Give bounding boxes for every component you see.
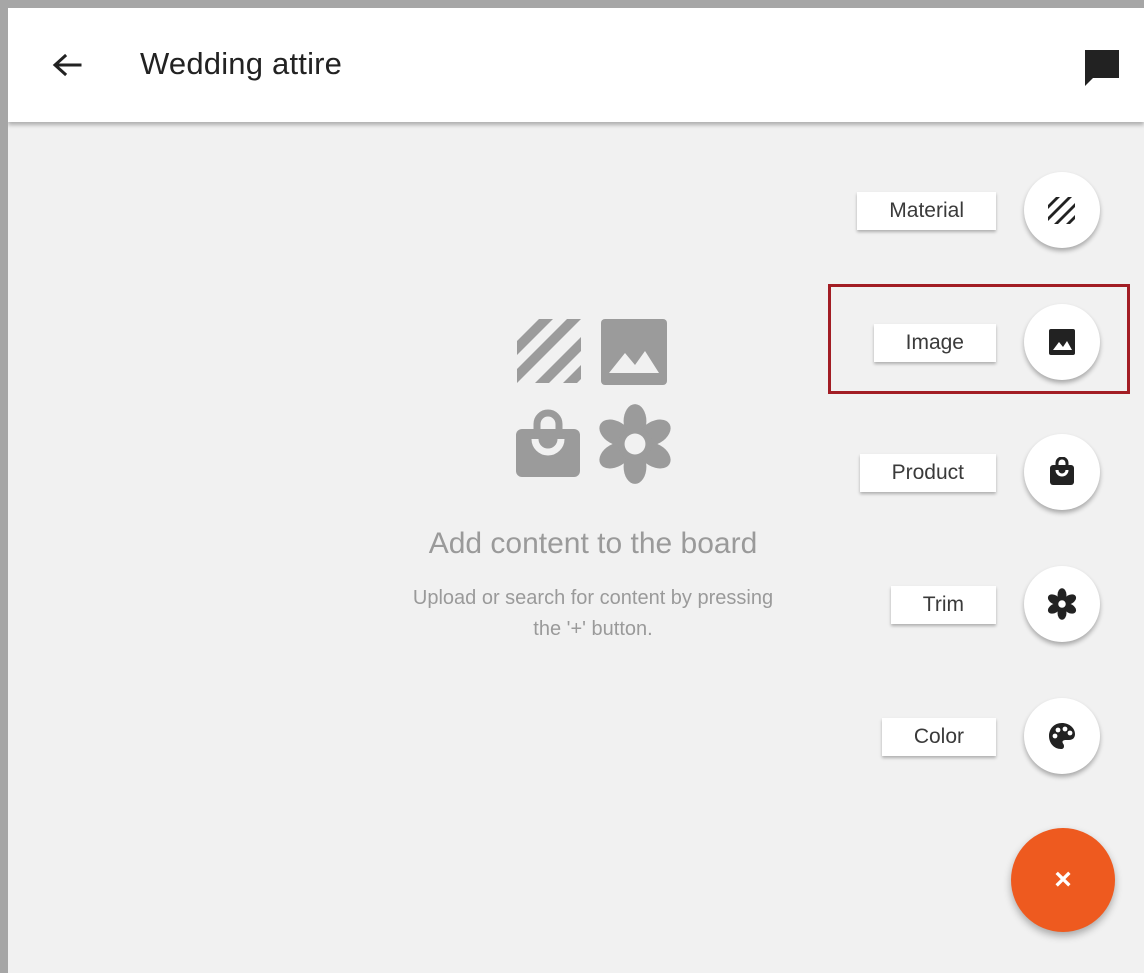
flower-icon [1047,588,1077,620]
empty-state-subtext: Upload or search for content by pressing… [348,583,838,645]
empty-state-heading: Add content to the board [428,527,758,560]
empty-state-illustration [513,313,673,493]
add-material-button[interactable] [1024,172,1100,248]
palette-icon [1049,723,1075,749]
speed-dial-label-color[interactable]: Color [881,718,996,756]
comment-button[interactable] [1080,46,1124,90]
speed-dial-label-product[interactable]: Product [859,454,996,492]
shopping-bag-icon [1050,457,1074,485]
page-title: Wedding attire [140,46,343,81]
close-icon: × [1054,863,1072,896]
speed-dial-label-trim[interactable]: Trim [890,586,996,624]
add-trim-button[interactable] [1024,566,1100,642]
app-bar: Wedding attire [8,8,1144,122]
material-stripes-icon [1048,197,1075,224]
shopping-bag-icon [516,409,580,477]
flower-icon [599,404,671,484]
close-speed-dial-button[interactable]: × [1011,828,1115,932]
app-frame: Wedding attire Add content to the board … [0,0,1144,973]
back-button[interactable] [46,44,88,86]
empty-state-subtext-line2: the '+' button. [533,618,653,640]
empty-state-subtext-line1: Upload or search for content by pressing [412,587,774,609]
material-stripes-icon [517,319,581,383]
speed-dial-label-image[interactable]: Image [873,324,996,362]
add-color-button[interactable] [1024,698,1100,774]
empty-state: Add content to the board Upload or searc… [348,313,838,645]
image-icon [1049,329,1075,355]
add-product-button[interactable] [1024,434,1100,510]
image-icon [601,319,667,385]
speed-dial-label-material[interactable]: Material [857,192,996,230]
arrow-left-icon [52,53,82,77]
add-image-button[interactable] [1024,304,1100,380]
comment-icon [1085,50,1119,86]
